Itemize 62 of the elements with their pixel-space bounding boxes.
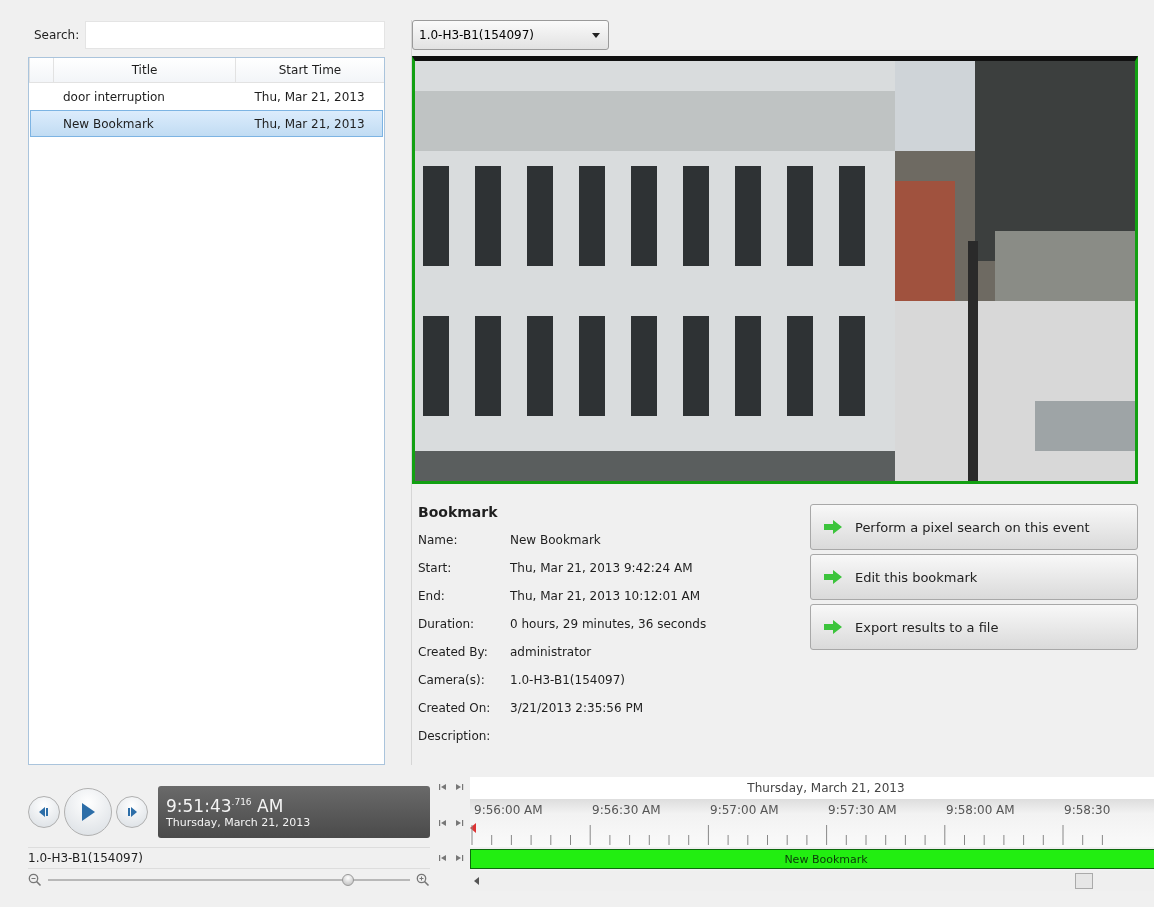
details-heading: Bookmark — [418, 504, 499, 520]
action-button[interactable]: Perform a pixel search on this event — [810, 504, 1138, 550]
skip-end-button[interactable] — [454, 819, 466, 829]
action-button[interactable]: Export results to a file — [810, 604, 1138, 650]
playhead-icon — [470, 823, 476, 833]
play-icon — [80, 802, 96, 822]
search-field[interactable] — [85, 21, 385, 49]
field-value: administrator — [510, 645, 593, 659]
action-button[interactable]: Edit this bookmark — [810, 554, 1138, 600]
bookmark-bar[interactable]: New Bookmark — [470, 849, 1154, 869]
camera-label: 1.0-H3-B1(154097) — [28, 848, 430, 869]
step-forward-button[interactable] — [116, 796, 148, 828]
step-forward-icon — [126, 807, 138, 817]
field-label: Created By: — [418, 645, 489, 659]
zoom-out-icon[interactable] — [28, 873, 42, 887]
skip-end-icon — [454, 783, 464, 791]
field-value: 1.0-H3-B1(154097) — [510, 673, 626, 687]
field-label: Created On: — [418, 701, 492, 715]
skip-start-icon — [438, 854, 448, 862]
skip-end-icon — [454, 819, 464, 827]
skip-end-icon — [454, 854, 464, 862]
current-time: 9:51:43$^{.716}$ AM — [166, 795, 285, 816]
time-tick-label: 9:57:00 AM — [710, 802, 780, 817]
slider-thumb[interactable] — [342, 874, 354, 886]
time-tick-label: 9:56:30 AM — [592, 802, 662, 817]
scroll-left-icon — [474, 877, 479, 885]
search-label: Search: — [34, 28, 80, 42]
field-value: Thu, Mar 21, 2013 9:42:24 AM — [510, 561, 694, 575]
bookmark-row[interactable]: New Bookmark Thu, Mar 21, 2013 — [30, 110, 383, 137]
timeline-date: Thursday, March 21, 2013 — [470, 777, 1154, 799]
skip-end-button[interactable] — [454, 783, 466, 793]
time-tick-label: 9:57:30 AM — [828, 802, 898, 817]
field-label: End: — [418, 589, 446, 603]
bookmark-row[interactable]: door interruption Thu, Mar 21, 2013 — [30, 83, 383, 110]
field-value: 0 hours, 29 minutes, 36 seconds — [510, 617, 707, 631]
column-header[interactable]: Title — [53, 58, 235, 82]
step-back-icon — [38, 807, 50, 817]
current-date: Thursday, March 21, 2013 — [166, 815, 312, 829]
camera-dropdown[interactable]: 1.0-H3-B1(154097) — [412, 20, 609, 50]
skip-end-button[interactable] — [454, 854, 466, 864]
time-tick-label: 9:58:00 AM — [946, 802, 1016, 817]
column-header[interactable]: Start Time — [235, 58, 384, 82]
field-label: Duration: — [418, 617, 476, 631]
field-value: Thu, Mar 21, 2013 10:12:01 AM — [510, 589, 702, 603]
field-value: New Bookmark — [510, 533, 602, 547]
zoom-in-icon[interactable] — [416, 873, 430, 887]
time-tick-label: 9:58:30 — [1064, 802, 1112, 817]
field-label: Description: — [418, 729, 492, 743]
play-button[interactable] — [64, 788, 112, 836]
arrow-icon — [823, 569, 843, 585]
step-back-button[interactable] — [28, 796, 60, 828]
field-label: Camera(s): — [418, 673, 486, 687]
field-value: 3/21/2013 2:35:56 PM — [510, 701, 644, 715]
caret-icon — [592, 32, 600, 38]
field-label: Name: — [418, 533, 459, 547]
arrow-icon — [823, 519, 843, 535]
scrollbar-thumb[interactable] — [1075, 873, 1094, 889]
field-label: Start: — [418, 561, 453, 575]
time-tick-label: 9:56:00 AM — [474, 802, 544, 817]
arrow-icon — [823, 619, 843, 635]
skip-start-icon — [438, 783, 448, 791]
skip-start-icon — [438, 819, 448, 827]
